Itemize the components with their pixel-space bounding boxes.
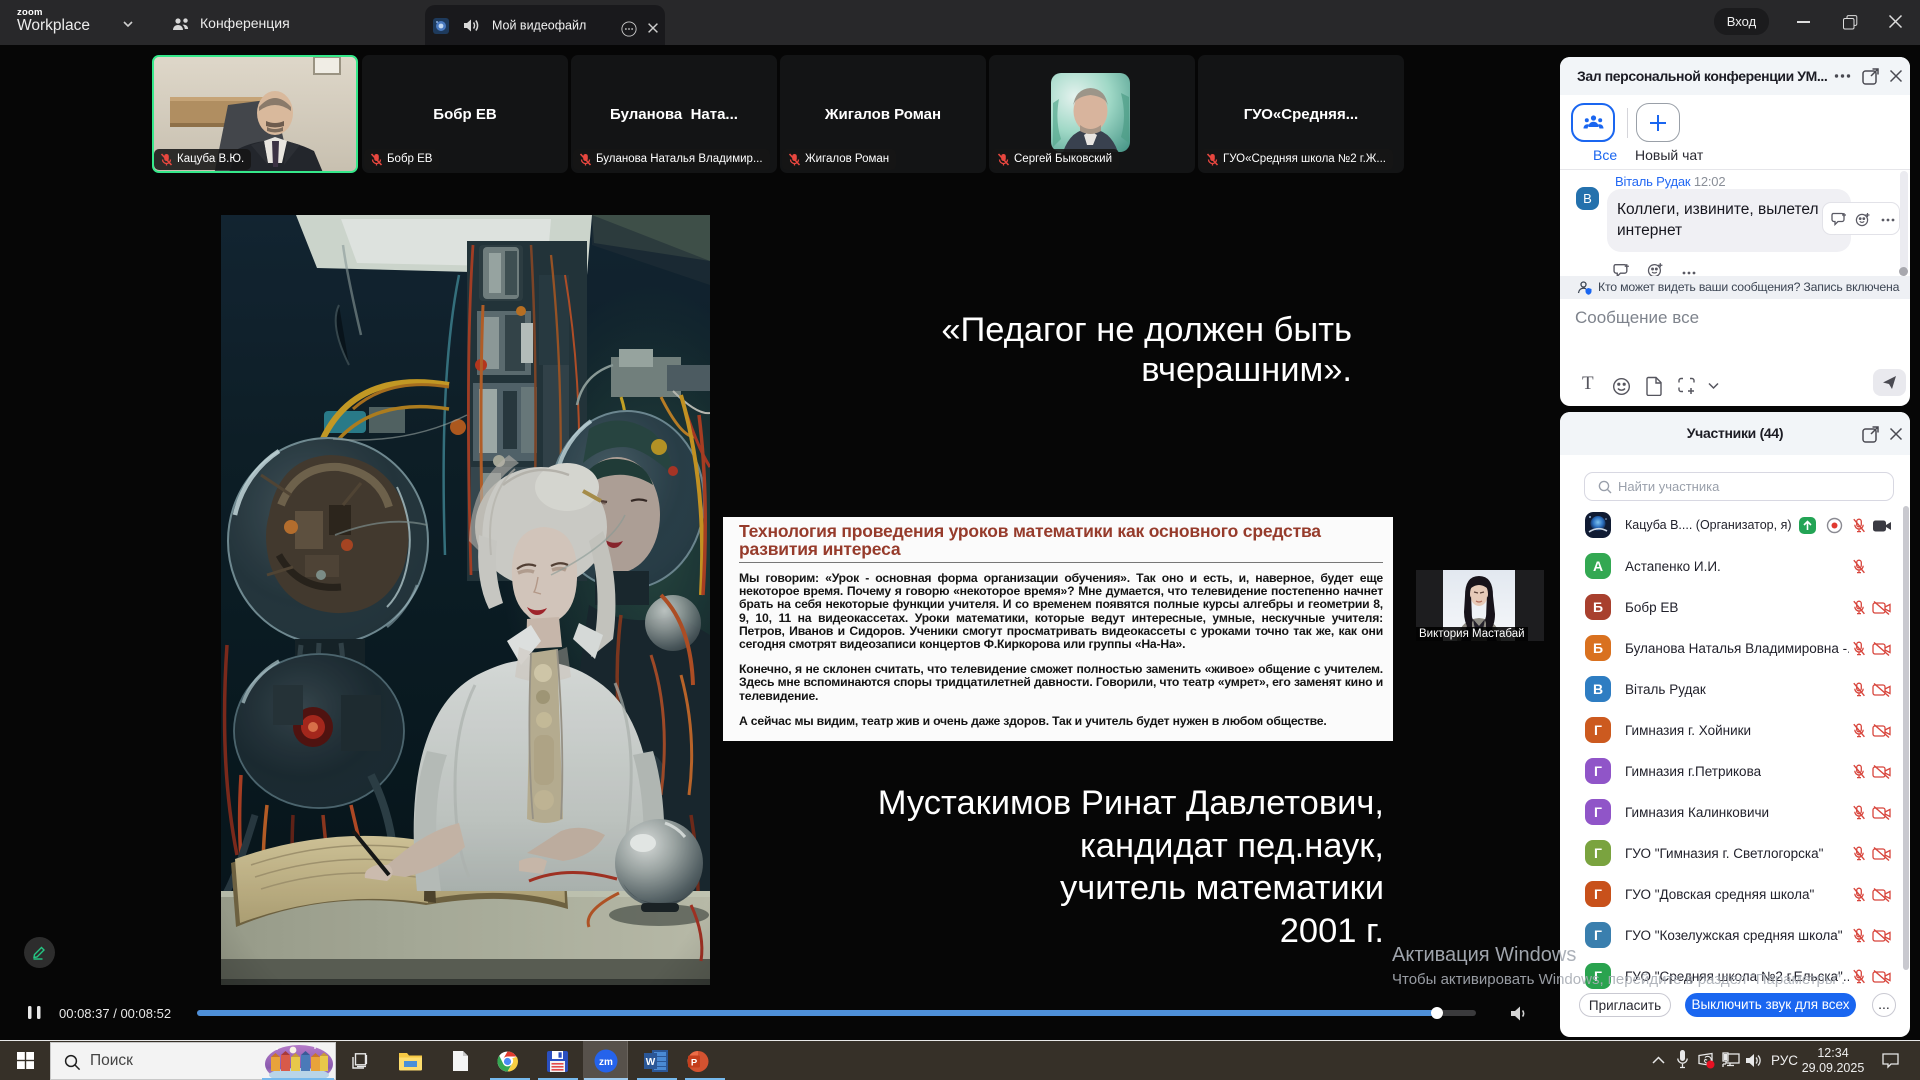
svg-text:zm: zm: [599, 1057, 613, 1068]
svg-text:W: W: [646, 1057, 656, 1068]
svg-text:P: P: [691, 1058, 698, 1069]
